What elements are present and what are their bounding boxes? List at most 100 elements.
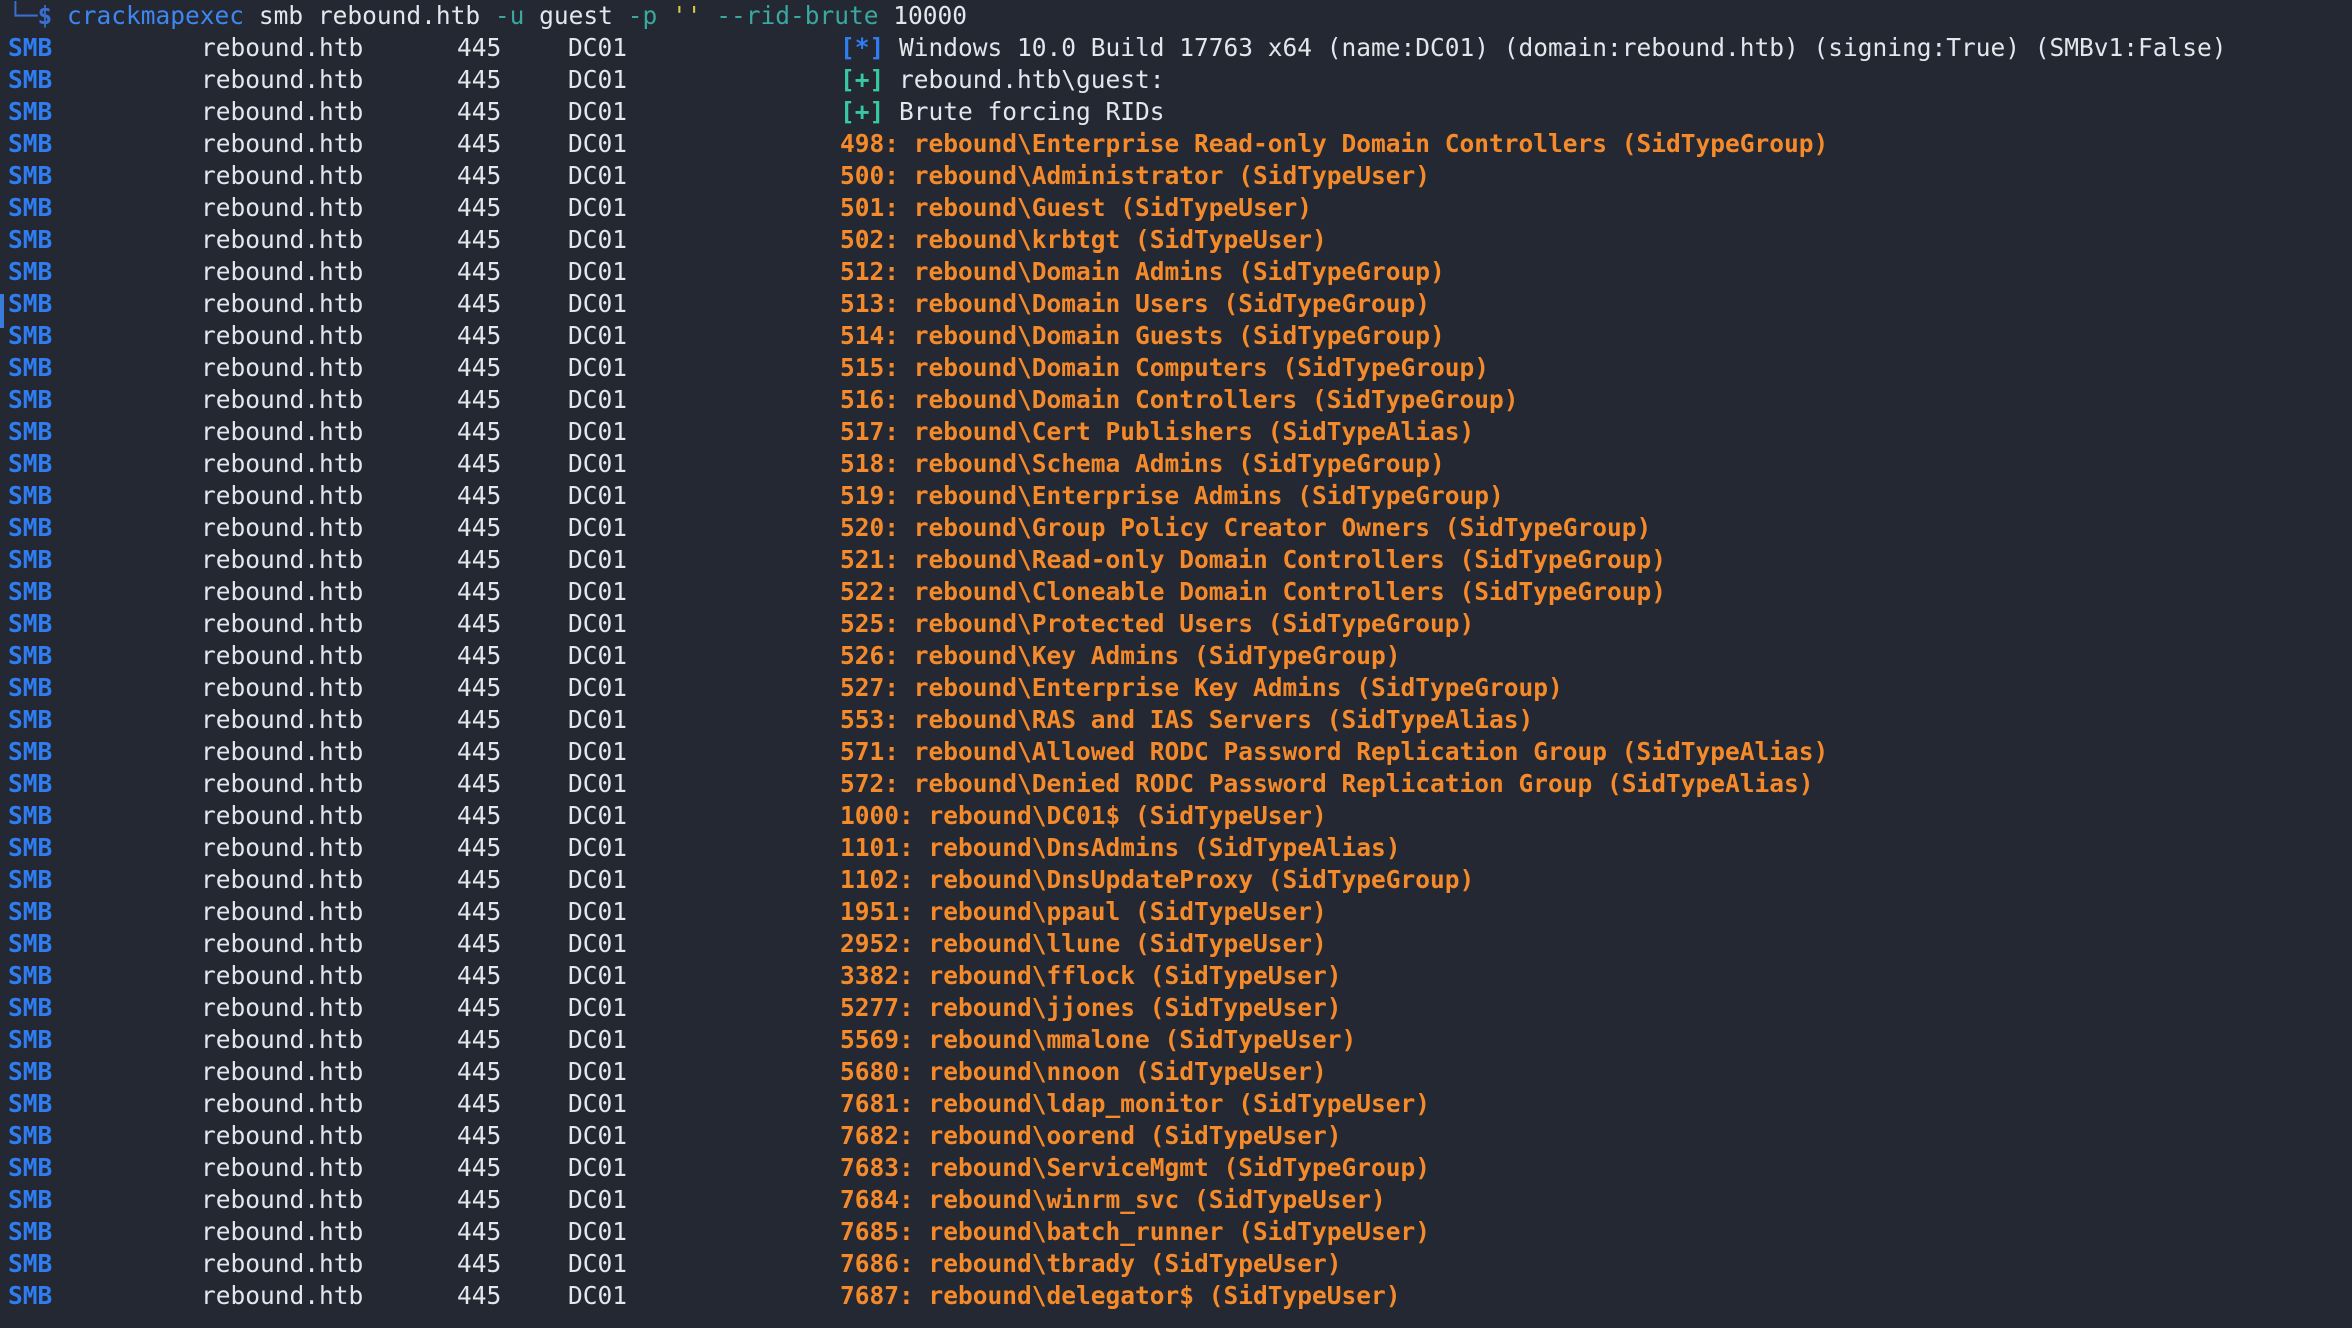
host-label: rebound.htb: [201, 737, 364, 766]
rid-result: 1102: rebound\DnsUpdateProxy (SidTypeGro…: [840, 864, 1474, 896]
port-label: 445: [457, 225, 502, 254]
protocol-label: SMB: [8, 65, 53, 94]
status-message: [+] Brute forcing RIDs: [840, 96, 1165, 128]
rid-account: rebound\Denied RODC Password Replication…: [913, 769, 1814, 798]
rid-result: 522: rebound\Cloneable Domain Controller…: [840, 576, 1666, 608]
port-label: 445: [457, 353, 502, 382]
rid-account: rebound\Read-only Domain Controllers (Si…: [913, 545, 1667, 574]
status-text: Brute forcing RIDs: [899, 97, 1165, 126]
info-marker-icon: [*]: [840, 33, 885, 62]
rid-number: 501:: [840, 193, 900, 222]
hostname-label: DC01: [568, 865, 628, 894]
rid-account: rebound\Domain Controllers (SidTypeGroup…: [913, 385, 1519, 414]
rid-account: rebound\DnsUpdateProxy (SidTypeGroup): [928, 865, 1475, 894]
rid-result: 513: rebound\Domain Users (SidTypeGroup): [840, 288, 1430, 320]
host-label: rebound.htb: [201, 673, 364, 702]
rid-result: 1101: rebound\DnsAdmins (SidTypeAlias): [840, 832, 1401, 864]
protocol-label: SMB: [8, 801, 53, 830]
rid-account: rebound\tbrady (SidTypeUser): [928, 1249, 1342, 1278]
rid-account: rebound\nnoon (SidTypeUser): [928, 1057, 1327, 1086]
rid-number: 513:: [840, 289, 900, 318]
command-target: rebound.htb: [317, 1, 481, 30]
hostname-label: DC01: [568, 417, 628, 446]
port-label: 445: [457, 193, 502, 222]
rid-result: 7682: rebound\oorend (SidTypeUser): [840, 1120, 1342, 1152]
rid-result: 7685: rebound\batch_runner (SidTypeUser): [840, 1216, 1430, 1248]
rid-number: 7683:: [840, 1153, 914, 1182]
protocol-label: SMB: [8, 609, 53, 638]
port-label: 445: [457, 97, 502, 126]
protocol-label: SMB: [8, 993, 53, 1022]
rid-number: 7682:: [840, 1121, 914, 1150]
port-label: 445: [457, 417, 502, 446]
port-label: 445: [457, 641, 502, 670]
rid-number: 5569:: [840, 1025, 914, 1054]
hostname-label: DC01: [568, 705, 628, 734]
port-label: 445: [457, 33, 502, 62]
rid-result: 7687: rebound\delegator$ (SidTypeUser): [840, 1280, 1401, 1312]
rid-result: 526: rebound\Key Admins (SidTypeGroup): [840, 640, 1401, 672]
protocol-label: SMB: [8, 577, 53, 606]
hostname-label: DC01: [568, 897, 628, 926]
rid-result: 572: rebound\Denied RODC Password Replic…: [840, 768, 1814, 800]
protocol-label: SMB: [8, 705, 53, 734]
rid-result: 501: rebound\Guest (SidTypeUser): [840, 192, 1312, 224]
protocol-label: SMB: [8, 321, 53, 350]
terminal-window[interactable]: └─$ crackmapexec smb rebound.htb -u gues…: [0, 0, 2352, 1328]
rid-account: rebound\Allowed RODC Password Replicatio…: [913, 737, 1829, 766]
rid-account: rebound\batch_runner (SidTypeUser): [928, 1217, 1431, 1246]
rid-result: 1951: rebound\ppaul (SidTypeUser): [840, 896, 1327, 928]
host-label: rebound.htb: [201, 833, 364, 862]
rid-account: rebound\ldap_monitor (SidTypeUser): [928, 1089, 1431, 1118]
rid-result: 2952: rebound\llune (SidTypeUser): [840, 928, 1327, 960]
rid-number: 553:: [840, 705, 900, 734]
host-label: rebound.htb: [201, 609, 364, 638]
port-label: 445: [457, 449, 502, 478]
rid-result: 7686: rebound\tbrady (SidTypeUser): [840, 1248, 1342, 1280]
rid-number: 500:: [840, 161, 900, 190]
rid-result: 1000: rebound\DC01$ (SidTypeUser): [840, 800, 1327, 832]
command-rid-flag: --rid-brute: [716, 1, 879, 30]
hostname-label: DC01: [568, 33, 628, 62]
protocol-label: SMB: [8, 1121, 53, 1150]
rid-number: 572:: [840, 769, 900, 798]
host-label: rebound.htb: [201, 577, 364, 606]
protocol-label: SMB: [8, 865, 53, 894]
hostname-label: DC01: [568, 193, 628, 222]
hostname-label: DC01: [568, 481, 628, 510]
rid-account: rebound\Guest (SidTypeUser): [913, 193, 1313, 222]
rid-result: 514: rebound\Domain Guests (SidTypeGroup…: [840, 320, 1445, 352]
rid-result: 571: rebound\Allowed RODC Password Repli…: [840, 736, 1828, 768]
hostname-label: DC01: [568, 929, 628, 958]
cursor-edge-marker: [0, 294, 4, 328]
rid-number: 515:: [840, 353, 900, 382]
rid-account: rebound\winrm_svc (SidTypeUser): [928, 1185, 1386, 1214]
rid-number: 7681:: [840, 1089, 914, 1118]
protocol-label: SMB: [8, 161, 53, 190]
protocol-label: SMB: [8, 833, 53, 862]
protocol-label: SMB: [8, 737, 53, 766]
rid-number: 522:: [840, 577, 900, 606]
rid-account: rebound\ppaul (SidTypeUser): [928, 897, 1327, 926]
rid-number: 512:: [840, 257, 900, 286]
protocol-label: SMB: [8, 1089, 53, 1118]
port-label: 445: [457, 65, 502, 94]
protocol-label: SMB: [8, 225, 53, 254]
rid-account: rebound\Domain Guests (SidTypeGroup): [913, 321, 1445, 350]
port-label: 445: [457, 1281, 502, 1310]
rid-result: 5680: rebound\nnoon (SidTypeUser): [840, 1056, 1327, 1088]
hostname-label: DC01: [568, 257, 628, 286]
port-label: 445: [457, 577, 502, 606]
rid-result: 7681: rebound\ldap_monitor (SidTypeUser): [840, 1088, 1430, 1120]
port-label: 445: [457, 513, 502, 542]
port-label: 445: [457, 1249, 502, 1278]
host-label: rebound.htb: [201, 545, 364, 574]
rid-account: rebound\delegator$ (SidTypeUser): [928, 1281, 1401, 1310]
rid-number: 3382:: [840, 961, 914, 990]
protocol-label: SMB: [8, 1057, 53, 1086]
hostname-label: DC01: [568, 1281, 628, 1310]
rid-account: rebound\fflock (SidTypeUser): [928, 961, 1342, 990]
command-rid-value: 10000: [893, 1, 968, 30]
command-subcommand: smb: [258, 1, 304, 30]
command-pass-flag: -p: [627, 1, 658, 30]
